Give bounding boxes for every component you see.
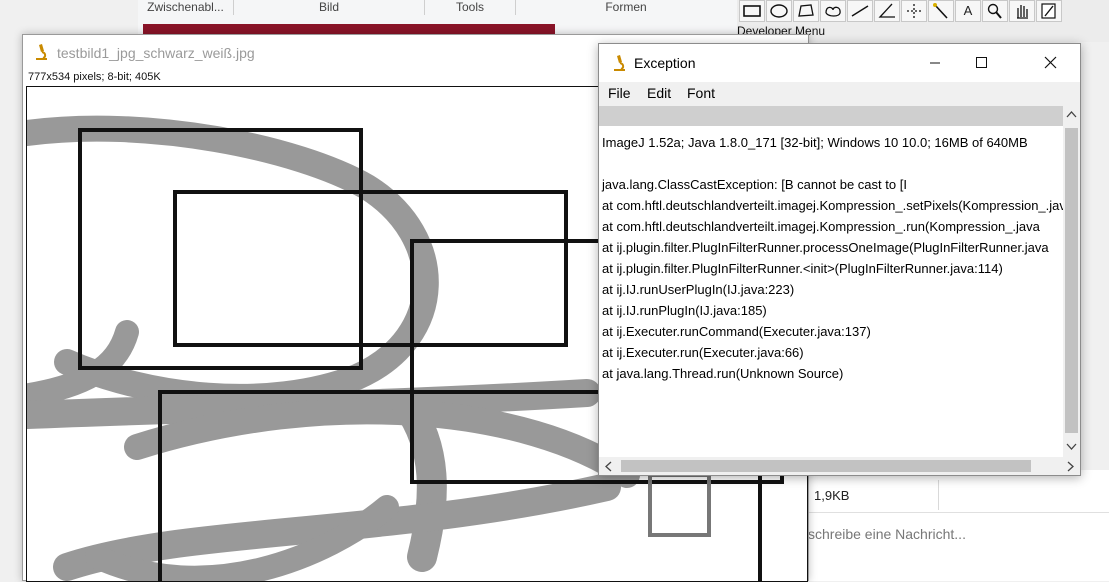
exception-text-area[interactable]: ImageJ 1.52a; Java 1.8.0_171 [32-bit]; W… xyxy=(599,106,1063,457)
message-input[interactable]: schreibe eine Nachricht... xyxy=(808,526,966,542)
polygon-tool-icon[interactable] xyxy=(793,0,819,22)
exception-line: at com.hftl.deutschlandverteilt.imagej.K… xyxy=(602,198,1063,213)
scroll-down-icon[interactable] xyxy=(1066,441,1077,451)
vertical-scroll-thumb[interactable] xyxy=(1065,128,1078,433)
exception-line: java.lang.ClassCastException: [B cannot … xyxy=(602,177,907,192)
close-icon xyxy=(1044,56,1057,69)
black-rectangle-2 xyxy=(173,190,568,347)
image-info-label: 777x534 pixels; 8-bit; 405K xyxy=(28,71,161,83)
ribbon-group-shapes[interactable]: Formen xyxy=(516,0,736,15)
exception-lines: ImageJ 1.52a; Java 1.8.0_171 [32-bit]; W… xyxy=(602,132,1063,384)
attachment-size: 1,9KB xyxy=(814,488,850,503)
line-tool-icon[interactable] xyxy=(847,0,873,22)
rectangle-tool-icon[interactable] xyxy=(739,0,765,22)
text-area-header-strip xyxy=(599,106,1063,126)
dropper-tool-icon[interactable] xyxy=(1036,0,1062,22)
microscope-icon xyxy=(36,44,47,60)
magnifier-tool-icon[interactable] xyxy=(982,0,1008,22)
ribbon-group-image[interactable]: Bild xyxy=(234,0,425,15)
menu-edit[interactable]: Edit xyxy=(647,85,671,101)
vertical-scrollbar[interactable] xyxy=(1063,106,1080,457)
menu-font[interactable]: Font xyxy=(687,85,715,101)
angle-tool-icon[interactable] xyxy=(874,0,900,22)
horizontal-scroll-thumb[interactable] xyxy=(621,460,1031,472)
minimize-button[interactable] xyxy=(912,44,958,82)
freehand-tool-icon[interactable] xyxy=(820,0,846,22)
exception-line: at ij.plugin.filter.PlugInFilterRunner.<… xyxy=(602,261,1003,276)
microscope-icon xyxy=(614,55,625,71)
ribbon-group-tools[interactable]: Tools xyxy=(425,0,516,15)
horizontal-scrollbar[interactable] xyxy=(599,457,1080,475)
menu-file[interactable]: File xyxy=(608,85,631,101)
exception-line: at ij.Executer.runCommand(Executer.java:… xyxy=(602,324,871,339)
exception-line: at ij.Executer.run(Executer.java:66) xyxy=(602,345,804,360)
exception-title-bar[interactable]: Exception xyxy=(599,44,1080,82)
exception-menubar: File Edit Font xyxy=(599,82,1080,106)
ribbon-group-clipboard[interactable]: Zwischenabl... xyxy=(138,0,234,15)
exception-line: at ij.plugin.filter.PlugInFilterRunner.p… xyxy=(602,240,1049,255)
chat-separator xyxy=(808,512,1109,513)
scroll-left-icon[interactable] xyxy=(604,461,614,472)
minimize-icon xyxy=(930,62,940,64)
exception-window-title: Exception xyxy=(634,55,696,71)
scroll-right-icon[interactable] xyxy=(1065,461,1075,472)
chat-window: 1,9KB schreibe eine Nachricht... xyxy=(808,470,1109,581)
text-tool-icon[interactable]: A xyxy=(955,0,981,22)
close-button[interactable] xyxy=(1027,44,1073,82)
wand-tool-icon[interactable] xyxy=(928,0,954,22)
oval-tool-icon[interactable] xyxy=(766,0,792,22)
scroll-up-icon[interactable] xyxy=(1066,110,1077,120)
exception-line xyxy=(602,153,1063,174)
maximize-button[interactable] xyxy=(958,44,1004,82)
exception-window[interactable]: Exception File Edit Font ImageJ 1.52a; J… xyxy=(598,43,1081,476)
gray-stroke-4 xyxy=(124,398,640,488)
gray-stroke-1 xyxy=(27,115,439,410)
exception-line: at com.hftl.deutschlandverteilt.imagej.K… xyxy=(602,219,1040,234)
hand-tool-icon[interactable] xyxy=(1009,0,1035,22)
chat-divider xyxy=(938,480,939,510)
point-tool-icon[interactable] xyxy=(901,0,927,22)
exception-line: at java.lang.Thread.run(Unknown Source) xyxy=(602,366,844,381)
image-window-title: testbild1_jpg_schwarz_weiß.jpg xyxy=(57,45,255,61)
exception-line: at ij.IJ.runPlugIn(IJ.java:185) xyxy=(602,303,767,318)
exception-line: at ij.IJ.runUserPlugIn(IJ.java:223) xyxy=(602,282,795,297)
maximize-icon xyxy=(976,57,987,68)
exception-line: ImageJ 1.52a; Java 1.8.0_171 [32-bit]; W… xyxy=(602,135,1028,150)
